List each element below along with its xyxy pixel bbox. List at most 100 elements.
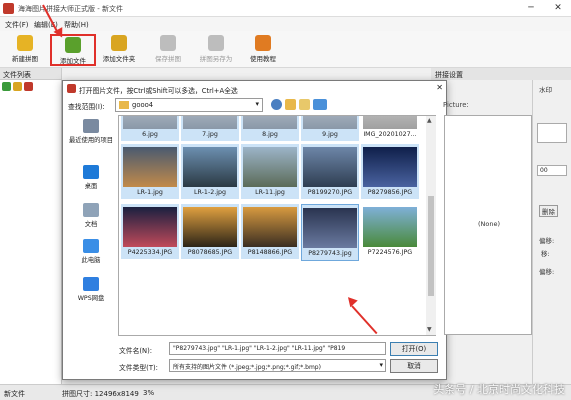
recent-items-icon bbox=[83, 119, 99, 133]
place-documents[interactable]: 文档 bbox=[67, 203, 115, 228]
offset-label-3: 偏移: bbox=[539, 268, 555, 276]
close-window-button[interactable]: ✕ bbox=[545, 0, 571, 16]
chevron-down-icon: ▾ bbox=[379, 361, 383, 369]
save-as-icon bbox=[208, 35, 224, 51]
app-logo-icon bbox=[3, 3, 14, 14]
toolbar-button-5[interactable]: 使用教程 bbox=[240, 34, 286, 66]
menu-bar: 文件(F) 编辑(E) 帮助(H) bbox=[0, 17, 571, 31]
place-desktop[interactable]: 桌面 bbox=[67, 165, 115, 190]
new-folder-icon[interactable] bbox=[299, 99, 310, 110]
file-name: P8279856.JPG bbox=[367, 189, 413, 196]
remove-icon[interactable] bbox=[24, 82, 33, 91]
file-item[interactable]: P4225334.JPG bbox=[121, 204, 179, 259]
new-puzzle-icon bbox=[17, 35, 33, 51]
toolbar-button-label: 保存拼图 bbox=[155, 55, 181, 63]
this-pc-icon bbox=[83, 239, 99, 253]
file-list-scrollbar[interactable]: ▲ ▼ bbox=[426, 116, 436, 335]
image-thumbnail bbox=[123, 147, 177, 187]
cancel-button[interactable]: 取消 bbox=[390, 359, 438, 373]
place-recent-items[interactable]: 最近使用的项目 bbox=[67, 119, 115, 144]
file-name: P4225334.JPG bbox=[127, 249, 173, 256]
file-item[interactable]: P7224576.JPG bbox=[361, 204, 419, 259]
filetype-dropdown[interactable]: 所有支持的图片文件 (*.jpeg;*.jpg;*.png;*.gif;*.bm… bbox=[169, 359, 386, 372]
settings-select-value: 00 bbox=[540, 167, 548, 174]
add-icon[interactable] bbox=[2, 82, 11, 91]
file-name: LR-1-2.jpg bbox=[194, 189, 226, 196]
dialog-title-bar: 打开图片文件，按Ctrl或Shift可以多选，Ctrl+A全选 ✕ bbox=[63, 81, 446, 96]
scroll-down-icon[interactable]: ▼ bbox=[427, 326, 432, 333]
image-thumbnail bbox=[363, 147, 417, 187]
place-label: WPS网盘 bbox=[77, 295, 105, 302]
dialog-app-icon bbox=[67, 84, 76, 93]
image-thumbnail bbox=[123, 207, 177, 247]
settings-panel: 拼接设置 水印 00 删除 偏移: 移: 偏移: bbox=[431, 68, 571, 384]
view-menu-icon[interactable] bbox=[313, 99, 327, 110]
place-label: 最近使用的项目 bbox=[68, 137, 114, 144]
look-in-label: 查找范围(I): bbox=[68, 103, 105, 111]
preview-pane: (None) bbox=[444, 115, 532, 335]
file-item[interactable]: P8199270.JPG bbox=[301, 144, 359, 199]
file-item[interactable]: IMG_20201027... bbox=[361, 116, 419, 141]
filename-input[interactable]: "P8279743.jpg" "LR-1.jpg" "LR-1-2.jpg" "… bbox=[169, 342, 386, 355]
scrollbar-thumb[interactable] bbox=[428, 196, 434, 296]
place-this-pc[interactable]: 此电脑 bbox=[67, 239, 115, 264]
menu-file[interactable]: 文件(F) bbox=[5, 20, 29, 30]
file-name: 6.jpg bbox=[142, 131, 158, 138]
image-thumbnail bbox=[363, 207, 417, 247]
toolbar-button-0[interactable]: 新建拼图 bbox=[2, 34, 48, 66]
dialog-close-icon[interactable]: ✕ bbox=[436, 83, 443, 92]
file-name: P8199270.JPG bbox=[307, 189, 353, 196]
documents-icon bbox=[83, 203, 99, 217]
place-label: 此电脑 bbox=[81, 257, 101, 264]
file-item[interactable]: 8.jpg bbox=[241, 116, 299, 141]
place-label: 桌面 bbox=[84, 183, 98, 190]
window-title: 海海图片拼接大师正式版 - 新文件 bbox=[18, 5, 123, 13]
image-thumbnail bbox=[303, 147, 357, 187]
file-item[interactable]: LR-1.jpg bbox=[121, 144, 179, 199]
preview-none-text: (None) bbox=[477, 220, 501, 228]
look-in-dropdown[interactable]: gooo4 ▾ bbox=[115, 98, 263, 112]
folder-icon[interactable] bbox=[13, 82, 22, 91]
add-file-icon bbox=[65, 37, 81, 53]
watermark-text: 头条号 / 北京时尚文化科技 bbox=[433, 383, 565, 396]
file-item[interactable]: LR-1-2.jpg bbox=[181, 144, 239, 199]
image-thumbnail bbox=[243, 207, 297, 247]
file-item[interactable]: P8279743.jpg bbox=[301, 204, 359, 261]
settings-field[interactable] bbox=[537, 123, 567, 143]
delete-setting-button[interactable]: 删除 bbox=[539, 205, 558, 217]
places-bar: 最近使用的项目 桌面文档此电脑 WPS网盘 bbox=[67, 115, 115, 335]
minimize-button[interactable]: ─ bbox=[518, 0, 544, 16]
dialog-title: 打开图片文件，按Ctrl或Shift可以多选，Ctrl+A全选 bbox=[79, 87, 238, 95]
place-wps-cloud[interactable]: WPS网盘 bbox=[67, 277, 115, 302]
file-item[interactable]: P8148866.JPG bbox=[241, 204, 299, 259]
image-thumbnail bbox=[363, 116, 417, 129]
image-thumbnail bbox=[243, 116, 297, 129]
save-icon bbox=[160, 35, 176, 51]
file-list-toolbar bbox=[0, 80, 61, 94]
open-file-dialog: 打开图片文件，按Ctrl或Shift可以多选，Ctrl+A全选 ✕ 查找范围(I… bbox=[62, 80, 532, 380]
file-name: 7.jpg bbox=[202, 131, 218, 138]
toolbar-button-3[interactable]: 保存拼图 bbox=[145, 34, 191, 66]
back-icon[interactable] bbox=[271, 99, 282, 110]
file-item[interactable]: LR-11.jpg bbox=[241, 144, 299, 199]
main-title-bar: 海海图片拼接大师正式版 - 新文件 ─ ✕ bbox=[0, 0, 571, 17]
file-item[interactable]: 9.jpg bbox=[301, 116, 359, 141]
toolbar-button-label: 新建拼图 bbox=[12, 55, 38, 63]
offset-label-1: 偏移: bbox=[539, 237, 555, 245]
file-name: P8078685.JPG bbox=[187, 249, 233, 256]
file-list-view[interactable]: 6.jpg 7.jpg 8.jpg 9.jpg IMG_20201027... LR-1.… bbox=[118, 115, 436, 336]
file-list-header: 文件列表 bbox=[0, 68, 61, 80]
open-button[interactable]: 打开(O) bbox=[390, 342, 438, 356]
file-item[interactable]: P8078685.JPG bbox=[181, 204, 239, 259]
toolbar-button-2[interactable]: 添加文件夹 bbox=[96, 34, 142, 66]
image-thumbnail bbox=[183, 116, 237, 129]
file-item[interactable]: 7.jpg bbox=[181, 116, 239, 141]
menu-help[interactable]: 帮助(H) bbox=[64, 20, 89, 30]
scroll-up-icon[interactable]: ▲ bbox=[427, 117, 432, 124]
file-item[interactable]: 6.jpg bbox=[121, 116, 179, 141]
file-item[interactable]: P8279856.JPG bbox=[361, 144, 419, 199]
up-folder-icon[interactable] bbox=[285, 99, 296, 110]
toolbar-button-4[interactable]: 拼图另存为 bbox=[193, 34, 239, 66]
settings-select[interactable]: 00 bbox=[537, 165, 567, 176]
toolbar-button-label: 使用教程 bbox=[250, 55, 276, 63]
